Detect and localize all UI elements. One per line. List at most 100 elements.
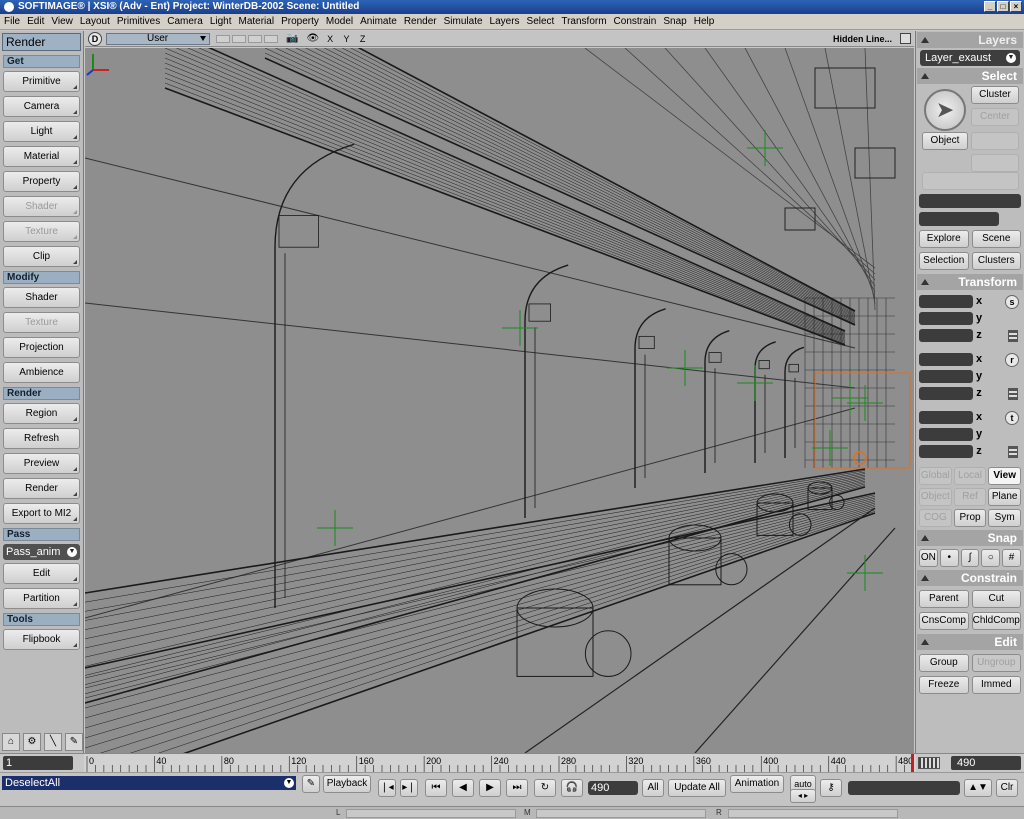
snap-points-icon[interactable]: • (939, 549, 959, 567)
memo-cam-slot[interactable] (232, 34, 246, 43)
play-forward-button[interactable]: ▶ (479, 779, 501, 797)
axis-toggles[interactable]: X Y Z (327, 34, 369, 44)
memo-cam-slot[interactable] (264, 34, 278, 43)
snap-curves-icon[interactable]: ∫ (960, 549, 980, 567)
pass-selector[interactable]: Pass_anim ▼ (3, 544, 80, 560)
shader-modify-button[interactable]: Shader (3, 287, 80, 308)
menu-primitives[interactable]: Primitives (117, 16, 160, 27)
toolbar-title[interactable]: Render (2, 33, 81, 51)
camera-icon[interactable]: 📷 (286, 33, 298, 44)
key-nav-arrows-icon[interactable]: ◂ ▸ (790, 789, 816, 803)
ref-button[interactable]: Ref (953, 488, 987, 506)
menu-transform[interactable]: Transform (561, 16, 606, 27)
start-frame-field[interactable]: 1 (3, 756, 73, 770)
menu-constrain[interactable]: Constrain (614, 16, 657, 27)
selection-button[interactable]: Selection (919, 252, 969, 270)
scale-z-field[interactable] (919, 328, 973, 342)
flipbook-button[interactable]: Flipbook (3, 629, 80, 650)
refresh-button[interactable]: Refresh (3, 428, 80, 449)
menu-render[interactable]: Render (404, 16, 437, 27)
explore-button[interactable]: Explore (919, 230, 969, 248)
camera-button[interactable]: Camera (3, 96, 80, 117)
selection-name-field[interactable] (919, 194, 1021, 208)
pass-edit-button[interactable]: Edit (3, 563, 80, 584)
minimize-button[interactable]: _ (984, 1, 996, 12)
local-button[interactable]: Local (953, 467, 987, 485)
clear-button[interactable]: Clr (996, 779, 1018, 797)
timeline-ruler[interactable]: 0 40 80 120 160 200 240 280 320 360 400 440 480 (84, 754, 916, 772)
menu-file[interactable]: File (4, 16, 20, 27)
plane-button[interactable]: Plane (988, 488, 1022, 506)
scale-mode-button[interactable]: s (1005, 295, 1019, 309)
maximize-button[interactable]: □ (997, 1, 1009, 12)
texture-get-button[interactable]: Texture (3, 221, 80, 242)
menu-edit[interactable]: Edit (27, 16, 44, 27)
render-button[interactable]: Render (3, 478, 80, 499)
menu-model[interactable]: Model (326, 16, 353, 27)
parent-button[interactable]: Parent (919, 590, 969, 608)
last-frame-button[interactable]: ▸❘ (400, 779, 418, 797)
object-button[interactable]: Object (922, 132, 968, 150)
immed-button[interactable]: Immed (971, 676, 1021, 694)
snap-grid-icon[interactable]: # (1002, 549, 1021, 567)
transform-header[interactable]: Transform (917, 274, 1023, 290)
select-arrow-button[interactable]: ➤ (924, 89, 966, 131)
shader-get-button[interactable]: Shader (3, 196, 80, 217)
scale-stack-icon[interactable] (1008, 330, 1018, 342)
snap-header[interactable]: Snap (917, 530, 1023, 546)
cluster-button[interactable]: Cluster (971, 86, 1019, 104)
property-button[interactable]: Property (3, 171, 80, 192)
primitive-button[interactable]: Primitive (3, 71, 80, 92)
key-icon[interactable]: ⚷ (820, 779, 842, 797)
layers-header[interactable]: Layers (917, 32, 1023, 48)
memo-cam-slot[interactable] (216, 34, 230, 43)
preview-button[interactable]: Preview (3, 453, 80, 474)
menu-animate[interactable]: Animate (360, 16, 397, 27)
view-button[interactable]: View (988, 467, 1022, 485)
playback-menu-button[interactable]: Playback (323, 775, 371, 793)
first-frame-button[interactable]: ❘◂ (378, 779, 396, 797)
prop-button[interactable]: Prop (953, 509, 987, 527)
viewport-letter-button[interactable]: D (88, 31, 102, 46)
3d-viewport[interactable] (85, 48, 914, 753)
cut-button[interactable]: Cut (971, 590, 1021, 608)
play-backward-button[interactable]: ◀ (452, 779, 474, 797)
translate-stack-icon[interactable] (1008, 446, 1018, 458)
playhead-marker[interactable] (911, 754, 914, 772)
animate-toolbar-icon[interactable]: ⚙ (23, 733, 41, 751)
menu-simulate[interactable]: Simulate (444, 16, 483, 27)
menu-snap[interactable]: Snap (663, 16, 686, 27)
command-line[interactable]: DeselectAll ▼ (2, 776, 296, 790)
translate-y-field[interactable] (919, 427, 973, 441)
rotate-x-field[interactable] (919, 352, 973, 366)
constrain-header[interactable]: Constrain (917, 570, 1023, 586)
select-header[interactable]: Select (917, 68, 1023, 84)
menu-layout[interactable]: Layout (80, 16, 110, 27)
translate-mode-button[interactable]: t (1005, 411, 1019, 425)
simulate-toolbar-icon[interactable]: ✎ (65, 733, 83, 751)
partition-button[interactable]: Partition (3, 588, 80, 609)
loop-button[interactable]: ↻ (534, 779, 556, 797)
key-value-field[interactable] (848, 781, 960, 795)
object-ref-button[interactable]: Object (919, 488, 952, 506)
go-to-end-button[interactable]: ⏭ (506, 779, 528, 797)
scale-y-field[interactable] (919, 311, 973, 325)
audio-button[interactable]: 🎧 (561, 779, 583, 797)
animation-menu-button[interactable]: Animation (730, 775, 784, 793)
close-button[interactable]: × (1010, 1, 1022, 12)
select-filter-slot[interactable] (971, 154, 1019, 172)
script-editor-icon[interactable]: ✎ (302, 775, 320, 793)
current-frame-field[interactable]: 490 (588, 781, 638, 795)
ungroup-button[interactable]: Ungroup (971, 654, 1021, 672)
snap-surfaces-icon[interactable]: ○ (981, 549, 1001, 567)
render-toolbar-icon[interactable]: ╲ (44, 733, 62, 751)
menu-select[interactable]: Select (527, 16, 555, 27)
menu-material[interactable]: Material (239, 16, 275, 27)
sym-button[interactable]: Sym (988, 509, 1022, 527)
scale-x-field[interactable] (919, 294, 973, 308)
ambience-button[interactable]: Ambience (3, 362, 80, 383)
translate-x-field[interactable] (919, 410, 973, 424)
translate-z-field[interactable] (919, 444, 973, 458)
update-all-button[interactable]: Update All (668, 779, 726, 797)
global-button[interactable]: Global (919, 467, 952, 485)
